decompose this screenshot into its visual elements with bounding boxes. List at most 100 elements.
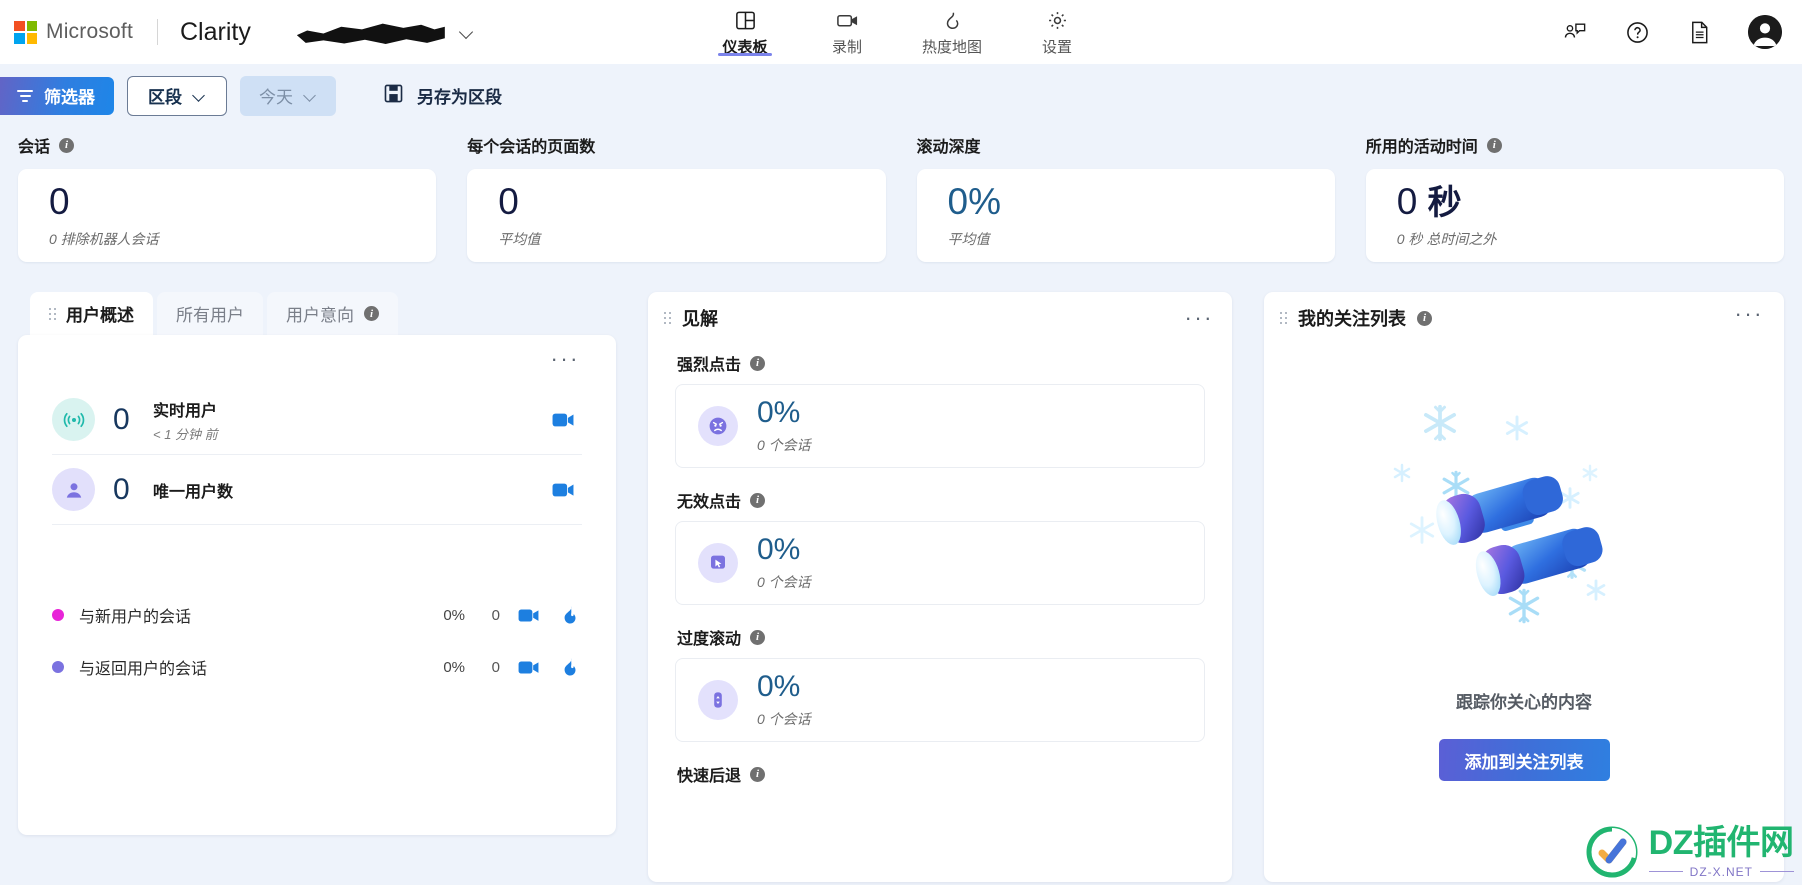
play-recording-icon[interactable] [550,477,576,503]
user-avatar[interactable] [1748,15,1782,49]
play-recording-icon[interactable] [515,654,541,680]
kpi-active-time: 所用的活动时间 i 0 秒 0 秒 总时间之外 [1365,133,1784,262]
info-icon[interactable]: i [750,355,766,371]
insight-box[interactable]: 0% 0 个会话 [675,658,1205,742]
kpi-card: 0 秒 0 秒 总时间之外 [1365,169,1784,262]
kpi-card: 0 0 排除机器人会话 [18,169,437,262]
insight-quick-backs: 快速后退 i [648,762,1232,786]
kpi-value-wrap: 0 秒 [1397,183,1784,220]
nav-label-recordings: 录制 [831,39,862,56]
insight-dead-clicks: 无效点击 i 0% 0 个会话 [648,488,1232,605]
dashboard-icon [733,6,756,34]
help-question-icon[interactable] [1624,19,1650,45]
live-users-sub: < 1 分钟 前 [153,426,218,442]
flame-heatmap-icon[interactable] [556,602,582,628]
drag-handle-icon[interactable] [49,307,56,320]
insights-card: 见解 ··· 强烈点击 i 0% 0 个会话 无效点击 i 0% 0 个会话 过… [648,292,1232,882]
user-panel-menu-button[interactable]: ··· [551,348,580,370]
insight-label: 无效点击 [677,494,742,511]
drag-handle-icon[interactable] [1280,312,1287,324]
kpi-header: 会话 i [18,133,436,157]
chevron-down-icon [193,89,206,102]
excessive-scroll-icon [698,680,738,720]
filters-button-label: 筛选器 [44,88,95,107]
insight-percent: 0% [757,395,801,429]
kpi-subtext: 0 排除机器人会话 [49,231,159,247]
kpi-value-unit: 秒 [1427,184,1462,222]
segment-dropdown-label: 区段 [148,88,182,107]
insight-values: 0% 0 个会话 [757,669,811,729]
insights-menu-button[interactable]: ··· [1185,307,1214,329]
drag-handle-icon[interactable] [664,312,671,324]
insight-label-row: 过度滚动 i [677,625,1205,649]
info-icon[interactable]: i [59,137,75,153]
date-range-label: 今天 [259,88,293,107]
kpi-title: 每个会话的页面数 [467,139,596,156]
kpi-header: 每个会话的页面数 [467,133,885,157]
segment-dropdown[interactable]: 区段 [127,75,227,116]
play-recording-icon[interactable] [515,602,541,628]
returning-users-percent: 0% [443,658,465,676]
user-panel-tabs: 用户概述 所有用户 用户意向 i [18,292,616,335]
insight-percent: 0% [757,532,801,566]
filter-icon [17,89,33,102]
insight-box[interactable]: 0% 0 个会话 [675,384,1205,468]
info-icon[interactable]: i [750,766,766,782]
flame-heatmap-icon[interactable] [556,654,582,680]
insight-box[interactable]: 0% 0 个会话 [675,521,1205,605]
nav-item-settings[interactable]: 设置 [1030,0,1084,57]
tab-label: 所有用户 [176,306,244,325]
insight-label-row: 无效点击 i [677,488,1205,512]
returning-users-color-dot [52,661,64,673]
info-icon[interactable]: i [750,492,766,508]
nav-item-recordings[interactable]: 录制 [820,0,874,57]
kpi-sessions: 会话 i 0 0 排除机器人会话 [18,133,437,262]
insight-excessive-scroll: 过度滚动 i 0% 0 个会话 [648,625,1232,742]
watermark-badge-icon [1585,825,1639,879]
signal-live-icon [52,398,95,441]
project-selector[interactable] [296,19,475,45]
insight-session-count: 0 个会话 [757,573,811,590]
insights-title: 见解 [682,309,718,329]
date-range-dropdown[interactable]: 今天 [240,75,336,116]
watermark-text: DZ插件网 DZ-X.NET [1648,826,1794,879]
chevron-down-icon [459,24,475,40]
insight-values: 0% 0 个会话 [757,395,811,455]
info-icon[interactable]: i [364,306,379,321]
legend-row-returning-users: 与返回用户的会话 0% 0 [52,641,582,693]
add-to-watchlist-button[interactable]: 添加到关注列表 [1438,739,1610,781]
filters-button[interactable]: 筛选器 [0,76,114,115]
nav-item-heatmaps[interactable]: 热度地图 [922,0,982,57]
watermark-sub-row: DZ-X.NET [1648,865,1794,879]
tab-all-users[interactable]: 所有用户 [157,292,263,335]
watchlist-menu-button[interactable]: ··· [1735,303,1764,325]
microsoft-brand[interactable]: Microsoft [0,20,133,44]
nav-label-heatmaps: 热度地图 [921,39,983,56]
info-icon[interactable]: i [1486,137,1502,153]
document-icon[interactable] [1686,19,1712,45]
new-users-color-dot [52,609,64,621]
info-icon[interactable]: i [1417,310,1432,326]
live-users-label: 实时用户 [153,402,218,420]
watchlist-header: 我的关注列表 i [1264,292,1784,331]
tab-user-intent[interactable]: 用户意向 i [267,292,398,335]
save-as-segment-label: 另存为区段 [417,88,502,107]
insight-rage-clicks: 强烈点击 i 0% 0 个会话 [648,351,1232,468]
insight-percent: 0% [757,669,801,703]
app-title: Clarity [179,17,251,46]
insights-panel: 见解 ··· 强烈点击 i 0% 0 个会话 无效点击 i 0% 0 个会话 过… [648,292,1232,882]
play-recording-icon[interactable] [550,407,576,433]
tab-label: 用户概述 [66,306,134,325]
save-as-segment-button[interactable]: 另存为区段 [383,83,502,109]
tab-user-overview[interactable]: 用户概述 [30,292,153,335]
kpi-value: 0 [498,181,519,222]
insights-header: 见解 ··· [648,292,1232,331]
kpi-title: 会话 [18,139,51,156]
insight-label: 强烈点击 [677,357,742,374]
header-actions [1562,0,1796,64]
info-icon[interactable]: i [750,629,766,645]
feedback-person-icon[interactable] [1562,19,1588,45]
flame-icon [941,6,963,34]
nav-item-dashboard[interactable]: 仪表板 [717,0,772,57]
watchlist-empty-message: 跟踪你关心的内容 [1456,693,1592,712]
